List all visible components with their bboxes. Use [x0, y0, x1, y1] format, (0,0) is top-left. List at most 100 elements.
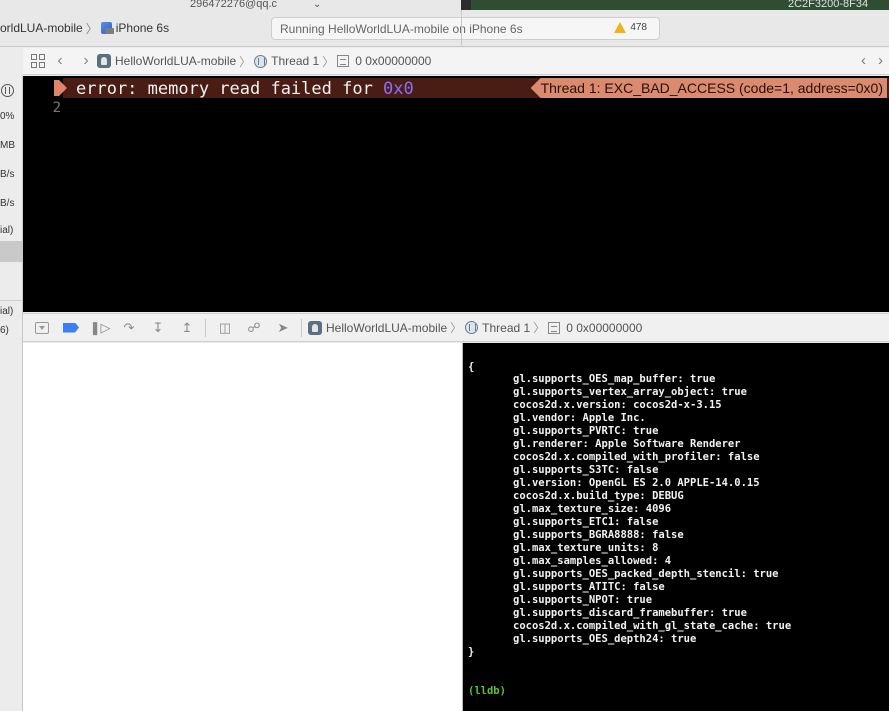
exception-badge[interactable]: Thread 1: EXC_BAD_ACCESS (code=1, addres…: [530, 78, 887, 98]
window-divider: [461, 0, 471, 10]
hide-debug-area-button[interactable]: [32, 318, 52, 338]
disk-value[interactable]: B/s: [0, 169, 14, 180]
console-line: gl.max_texture_size: 4096: [513, 503, 672, 515]
toolbar: 296472276@qq.c ⌄ 2C2F3200-8F34 orldLUA-mo…: [0, 0, 889, 47]
breakpoint-icon: [63, 322, 79, 333]
thread-item[interactable]: ial): [0, 225, 13, 236]
instruction-pointer-arrow-icon[interactable]: [59, 80, 67, 96]
breadcrumb-separator-icon: 〉: [239, 54, 252, 69]
console-line: cocos2d.x.compiled_with_profiler: false: [513, 451, 760, 463]
memory-value[interactable]: MB: [0, 140, 15, 151]
console-line: gl.vendor: Apple Inc.: [513, 412, 646, 424]
memory-graph-icon: ☍: [247, 319, 261, 335]
divider: [205, 318, 206, 337]
debug-breadcrumb-thread[interactable]: Thread 1: [482, 321, 530, 335]
scheme-selector[interactable]: orldLUA-mobile 〉 iPhone 6s: [0, 18, 169, 38]
console-lines: gl.supports_OES_map_buffer: true gl.suppo…: [513, 373, 791, 646]
issue-navigation: ‹ ›: [861, 52, 883, 69]
console-output[interactable]: { gl.supports_OES_map_buffer: true gl.sup…: [463, 343, 889, 711]
console-line: gl.supports_discard_framebuffer: true: [513, 607, 747, 619]
divider: [301, 318, 302, 337]
warning-indicator[interactable]: 478: [614, 22, 647, 33]
console-line: gl.supports_OES_map_buffer: true: [513, 373, 716, 385]
line-number-gutter: 1 2: [23, 76, 63, 312]
hide-debug-area-icon: [35, 321, 49, 334]
breadcrumb-separator-icon: 〉: [450, 321, 463, 335]
code-text: error: memory read failed for: [76, 79, 384, 99]
continue-button[interactable]: ❚▷: [89, 318, 111, 338]
console-line: cocos2d.x.version: cocos2d-x-3.15: [513, 399, 722, 411]
console-line: gl.version: OpenGL ES 2.0 APPLE-14.0.15: [513, 477, 760, 489]
variables-view[interactable]: [23, 343, 462, 711]
jump-bar: ‹ › HelloWorldLUA-mobile 〉 Thread 1 〉 0 …: [23, 48, 889, 75]
device-icon: [100, 22, 114, 34]
simulate-location-button[interactable]: ➤: [273, 318, 293, 338]
console-line: gl.supports_ETC1: false: [513, 516, 659, 528]
console-line: gl.supports_OES_packed_depth_stencil: tr…: [513, 568, 779, 580]
breadcrumb-frame[interactable]: 0 0x00000000: [355, 54, 431, 68]
step-into-icon: ↧: [152, 319, 164, 335]
previous-issue-icon[interactable]: ‹: [861, 52, 866, 69]
thread-icon: [254, 54, 268, 68]
activity-status: Running HelloWorldLUA-mobile on iPhone 6…: [280, 21, 523, 36]
background-window-strip: 2C2F3200-8F34: [471, 0, 889, 10]
step-out-button[interactable]: ↥: [177, 318, 197, 338]
code-hex-value: 0x0: [383, 79, 414, 99]
background-window-text: 2C2F3200-8F34: [788, 0, 869, 10]
console-brace-close: }: [468, 646, 475, 658]
account-text: 296472276@qq.c: [190, 0, 278, 10]
code-line[interactable]: error: memory read failed for 0x0: [76, 79, 414, 99]
view-hierarchy-icon: ◫: [218, 319, 232, 335]
location-arrow-icon: ➤: [277, 319, 289, 335]
stack-frame-icon: [337, 55, 350, 67]
pause-gauge-icon[interactable]: [1, 84, 14, 97]
console-line: gl.max_texture_units: 8: [513, 542, 659, 554]
console-line: gl.renderer: Apple Software Renderer: [513, 438, 741, 450]
project-icon: [97, 54, 111, 68]
source-editor[interactable]: 1 2 error: memory read failed for 0x0 Th…: [23, 76, 889, 312]
breadcrumb-separator-icon: 〉: [322, 54, 335, 69]
chevron-down-icon[interactable]: ⌄: [313, 0, 321, 10]
warning-count: 478: [630, 22, 647, 33]
forward-arrow-icon[interactable]: ›: [75, 52, 97, 70]
divider: [0, 300, 22, 301]
next-issue-icon[interactable]: ›: [878, 52, 883, 69]
thread-icon: [465, 321, 479, 334]
breakpoints-toggle-button[interactable]: [61, 318, 81, 338]
scheme-target[interactable]: orldLUA-mobile: [0, 21, 83, 35]
console-line: cocos2d.x.compiled_with_gl_state_cache: …: [513, 620, 792, 632]
debug-bar: ❚▷ ↷ ↧ ↥ ◫ ☍ ➤ HelloWorldLUA-mobile 〉 Th…: [23, 313, 889, 342]
console-line: gl.supports_PVRTC: true: [513, 425, 659, 437]
lldb-prompt[interactable]: (lldb): [468, 685, 506, 697]
step-over-icon: ↷: [123, 319, 135, 335]
continue-icon: ❚▷: [89, 319, 111, 335]
top-strip-left: 296472276@qq.c ⌄: [190, 0, 321, 10]
breadcrumb-thread[interactable]: Thread 1: [271, 54, 319, 68]
step-into-button[interactable]: ↧: [148, 318, 168, 338]
related-items-icon[interactable]: [31, 54, 45, 68]
console-line: gl.supports_NPOT: true: [513, 594, 653, 606]
debug-breadcrumb-project[interactable]: HelloWorldLUA-mobile: [326, 321, 447, 335]
console-line: gl.supports_S3TC: false: [513, 464, 659, 476]
memory-graph-button[interactable]: ☍: [244, 318, 264, 338]
toolbar-divider: [461, 10, 462, 47]
activity-view: Running HelloWorldLUA-mobile on iPhone 6…: [271, 17, 660, 40]
back-arrow-icon[interactable]: ‹: [49, 52, 71, 70]
frame-item[interactable]: 6): [0, 325, 9, 336]
network-value[interactable]: B/s: [0, 198, 14, 209]
view-hierarchy-button[interactable]: ◫: [215, 318, 235, 338]
stack-frame-icon: [548, 321, 561, 334]
warning-icon: [614, 22, 627, 33]
console-line: gl.supports_OES_depth24: true: [513, 633, 697, 645]
step-out-icon: ↥: [181, 319, 193, 335]
breadcrumb-separator-icon: 〉: [533, 321, 546, 335]
project-icon: [308, 320, 322, 335]
step-over-button[interactable]: ↷: [119, 318, 139, 338]
scheme-device[interactable]: iPhone 6s: [116, 21, 169, 35]
breadcrumb-project[interactable]: HelloWorldLUA-mobile: [115, 54, 236, 68]
selected-row[interactable]: [0, 241, 22, 262]
console-line: gl.supports_ATITC: false: [513, 581, 665, 593]
cpu-value[interactable]: 0%: [0, 111, 14, 122]
frame-item[interactable]: ial): [0, 306, 13, 317]
debug-breadcrumb-frame[interactable]: 0 0x00000000: [566, 321, 642, 335]
